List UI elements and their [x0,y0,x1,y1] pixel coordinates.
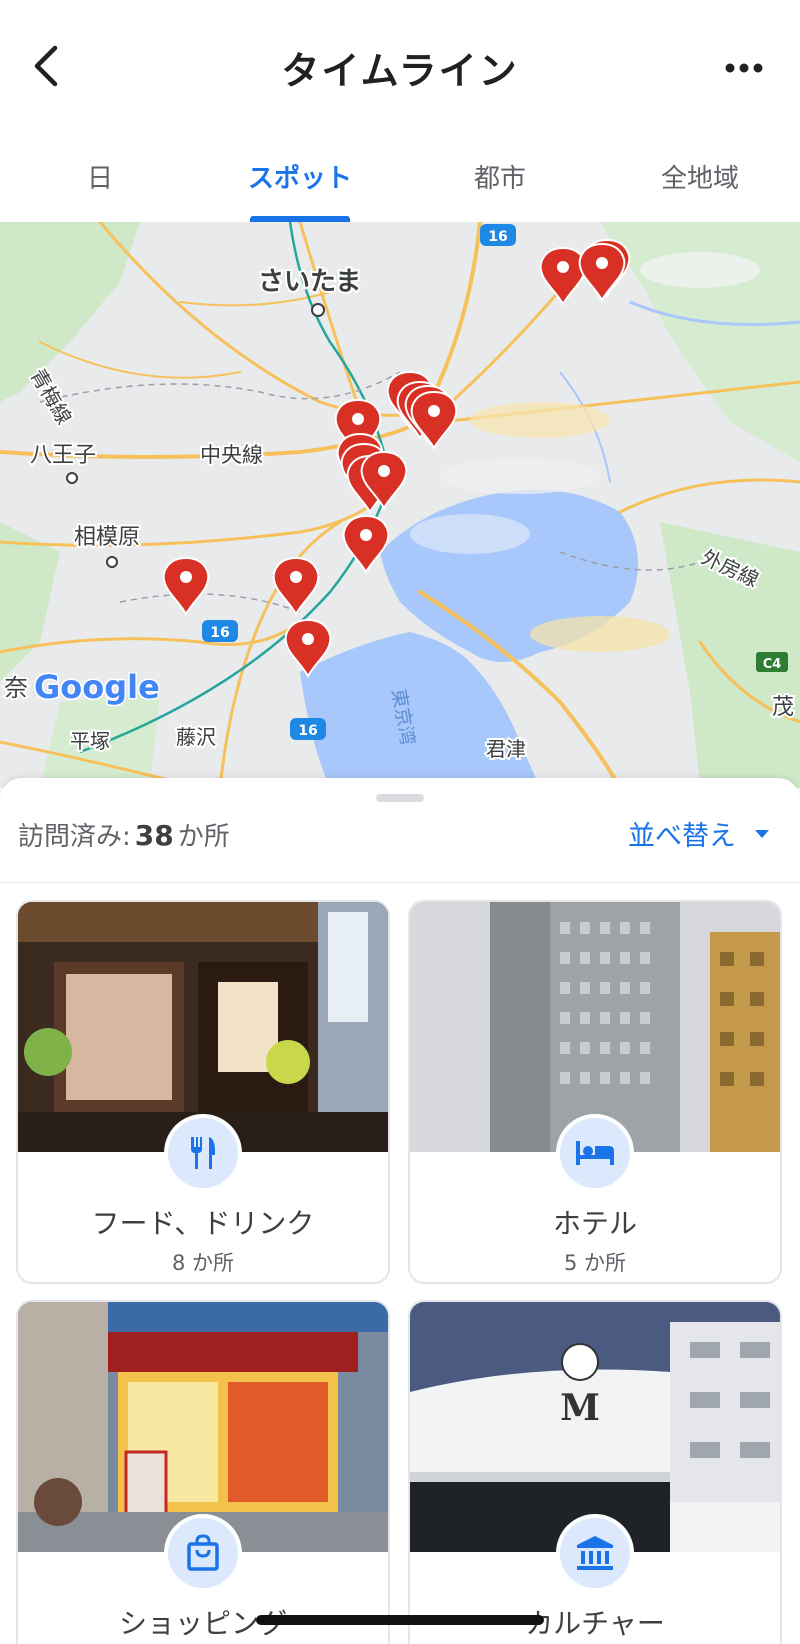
shopping-badge [164,1514,242,1592]
visited-summary: 訪問済み: 38 か所 [18,816,230,853]
route-16-shield-bottom: 16 [290,718,326,740]
tab-cities[interactable]: 都市 [400,130,600,222]
google-logo: Google [34,668,160,706]
svg-text:C4: C4 [763,657,782,672]
svg-text:16: 16 [298,723,317,739]
map-view[interactable]: さいたま 青梅線 八王子 中央線 相模原 外房線 奈 平塚 藤沢 東京湾 君津 … [0,222,800,788]
map-label-fujisawa: 藤沢 [176,725,216,749]
page-title: タイムライン [281,49,519,93]
visited-count: 38 [134,819,174,852]
svg-text:16: 16 [488,229,507,245]
tab-bar: 日 スポット 都市 全地域 [0,130,800,222]
map-label-hachioji: 八王子 [30,443,96,468]
caret-down-icon [755,829,769,838]
visited-prefix: 訪問済み: [18,822,131,852]
visited-suffix: か所 [177,822,230,852]
category-count: 5 か所 [563,1251,627,1275]
svg-text:16: 16 [210,625,229,641]
map-label-kimitsu: 君津 [486,737,526,761]
sort-label: 並べ替え [628,821,736,852]
route-c4-shield: C4 [756,652,788,672]
map-label-chuo-line: 中央線 [200,443,263,467]
food-badge [164,1114,242,1192]
category-card-shopping[interactable]: ショッピング [16,1300,390,1644]
divider [0,882,800,883]
app-header: タイムライン [0,0,800,130]
category-card-culture[interactable]: M カルチャー [408,1300,782,1644]
map-canvas: さいたま 青梅線 八王子 中央線 相模原 外房線 奈 平塚 藤沢 東京湾 君津 … [0,222,800,788]
shopping-bag-icon [187,1534,219,1571]
category-label: フード、ドリンク [91,1207,315,1240]
tab-all-regions[interactable]: 全地域 [600,130,800,222]
map-label-mo: 茂 [772,695,794,720]
hotel-badge [556,1114,634,1192]
category-count: 8 か所 [171,1251,235,1275]
category-card-food[interactable]: フード、ドリンク 8 か所 [16,900,390,1284]
culture-badge [556,1514,634,1592]
more-options-button[interactable] [716,44,772,92]
map-label-saitama: さいたま [258,267,361,297]
places-sheet: 訪問済み: 38 か所 並べ替え フード、ドリンク 8 か所 ホテル 5 か所 … [0,778,800,1644]
tab-day[interactable]: 日 [0,130,200,222]
map-label-sagamihara: 相模原 [74,525,140,550]
restaurant-icon [191,1137,215,1169]
more-horizontal-icon [725,63,763,73]
sort-button[interactable]: 並べ替え [628,814,770,853]
map-label-hiratsuka: 平塚 [70,729,110,753]
route-16-shield-mid: 16 [202,620,238,642]
category-card-hotel[interactable]: ホテル 5 か所 [408,900,782,1284]
route-16-shield-top: 16 [480,224,516,246]
svg-text:M: M [560,1387,600,1429]
home-indicator[interactable] [256,1615,544,1625]
hotel-bed-icon [576,1141,614,1165]
tab-spots[interactable]: スポット [200,130,400,222]
museum-icon [577,1536,613,1570]
map-label-nara: 奈 [4,674,28,702]
category-label: ホテル [552,1207,637,1240]
sheet-drag-handle[interactable] [376,794,424,802]
